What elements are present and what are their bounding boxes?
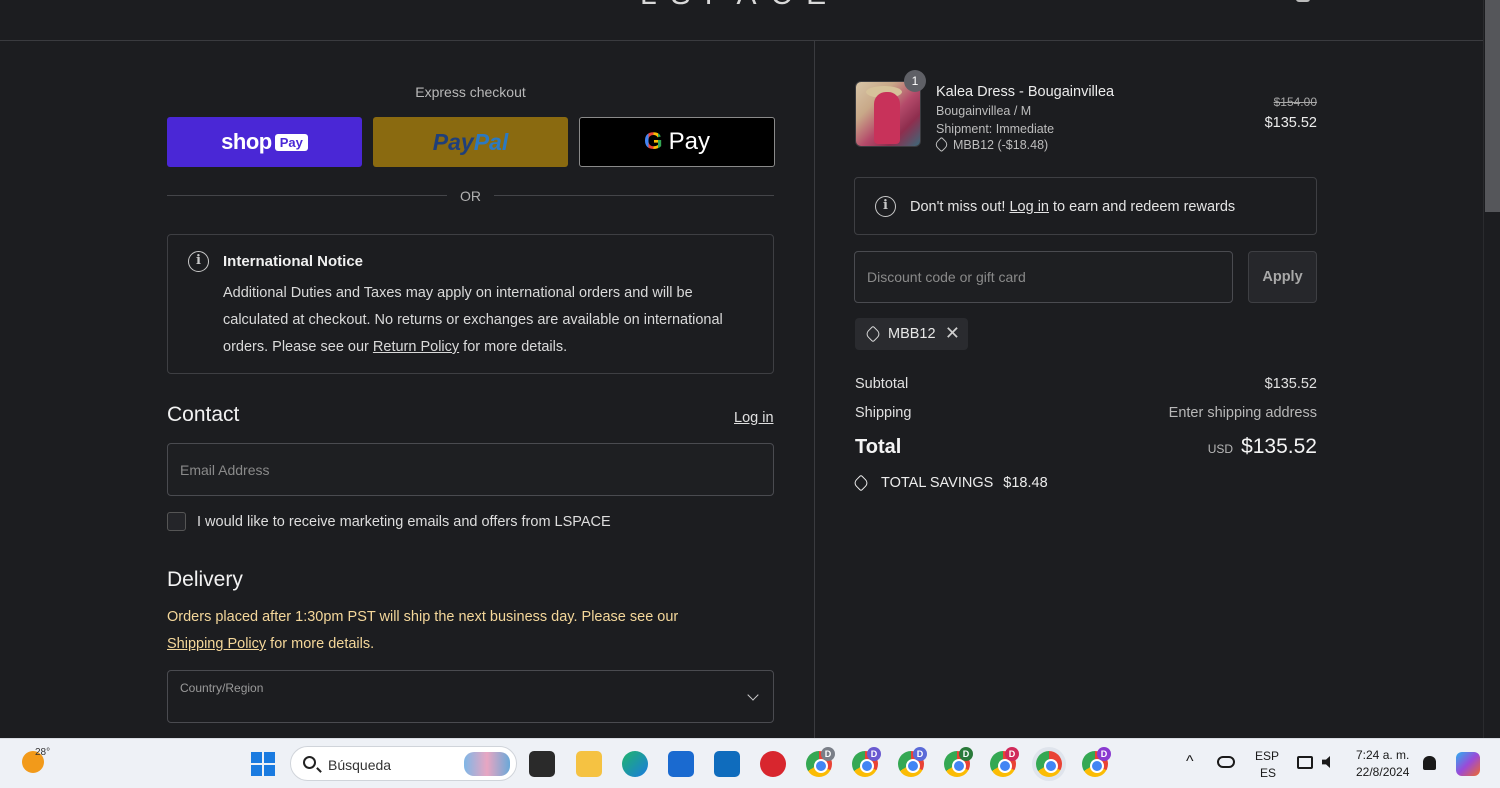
or-separator: OR [167, 186, 774, 206]
copilot-icon[interactable] [1456, 752, 1480, 776]
notification-bell-icon[interactable] [1423, 756, 1436, 770]
scrollbar-thumb[interactable] [1485, 0, 1500, 212]
paypal-button[interactable]: Pay Pal [373, 117, 568, 167]
quantity-badge: 1 [904, 70, 926, 92]
discount-code-input[interactable] [854, 251, 1233, 303]
shop-pay-button[interactable]: shop Pay [167, 117, 362, 167]
cart-bag-icon[interactable] [1296, 0, 1310, 2]
savings-label: TOTAL SAVINGS [881, 475, 994, 491]
info-icon: i [875, 196, 896, 217]
start-windows-icon[interactable] [251, 752, 275, 776]
store-logo[interactable]: LSPACE [640, 0, 840, 12]
country-region-select[interactable]: Country/Region [167, 670, 774, 723]
google-pay-label: Pay [668, 128, 711, 155]
shipping-value: Enter shipping address [1168, 405, 1317, 421]
apply-discount-button[interactable]: Apply [1248, 251, 1317, 303]
search-highlight-image [464, 752, 510, 776]
chrome-profile-badge: D [1005, 747, 1019, 761]
volume-icon[interactable] [1322, 756, 1330, 768]
product-variant: Bougainvillea / M [936, 104, 1032, 118]
total-value-row: USD $135.52 [1208, 435, 1317, 459]
shipping-label: Shipping [855, 405, 912, 421]
weather-temperature[interactable]: 28° [35, 747, 50, 758]
edge-browser-icon[interactable] [622, 751, 648, 777]
chrome-profile-badge: D [1097, 747, 1111, 761]
international-notice: i International Notice Additional Duties… [167, 234, 774, 374]
applied-discount-code: MBB12 [888, 326, 936, 342]
or-text: OR [460, 188, 481, 204]
info-icon: i [188, 251, 209, 272]
file-explorer-icon[interactable] [576, 751, 602, 777]
paypal-wordmark-a: Pay [432, 128, 474, 155]
marketing-checkbox-label[interactable]: I would like to receive marketing emails… [197, 514, 611, 530]
product-name: Kalea Dress - Bougainvillea [936, 84, 1115, 100]
return-policy-link[interactable]: Return Policy [373, 339, 459, 355]
network-icon[interactable] [1297, 756, 1313, 769]
rewards-banner: i Don't miss out! Log in to earn and red… [854, 177, 1317, 235]
product-shipment: Shipment: Immediate [936, 122, 1055, 136]
total-value: $135.52 [1241, 435, 1317, 458]
paypal-wordmark-b: Pal [473, 128, 509, 155]
taskbar-search[interactable]: Búsqueda [290, 746, 517, 781]
marketing-checkbox[interactable] [167, 512, 186, 531]
task-view-icon[interactable] [529, 751, 555, 777]
tag-icon [852, 474, 870, 492]
clock-date[interactable]: 22/8/2024 [1356, 765, 1409, 779]
windows-taskbar: 28° Búsqueda D D D D D D ^ ESP ES 7:24 a… [0, 738, 1500, 788]
language-bottom[interactable]: ES [1260, 766, 1276, 780]
subtotal-value: $135.52 [1264, 376, 1317, 392]
google-pay-button[interactable]: G Pay [579, 117, 775, 167]
show-hidden-icons-caret[interactable]: ^ [1186, 753, 1194, 771]
remove-discount-icon[interactable]: ✕ [945, 323, 960, 344]
savings-value: $18.48 [1003, 475, 1048, 491]
chrome-profile-badge: D [821, 747, 835, 761]
delivery-heading: Delivery [167, 568, 243, 591]
shop-pay-wordmark: shop [221, 129, 272, 154]
chrome-profile-badge: D [959, 747, 973, 761]
app-red-icon[interactable] [760, 751, 786, 777]
language-top[interactable]: ESP [1255, 749, 1279, 763]
chrome-profile-badge: D [867, 747, 881, 761]
email-field[interactable] [167, 443, 774, 496]
google-g-icon: G [643, 128, 663, 155]
page-scrollbar[interactable] [1483, 0, 1500, 738]
applied-discount-chip: MBB12 ✕ [855, 318, 968, 350]
express-checkout-title: Express checkout [415, 84, 526, 100]
chrome-profile-badge: D [913, 747, 927, 761]
shipping-policy-link[interactable]: Shipping Policy [167, 636, 266, 652]
product-discount-line: MBB12 (-$18.48) [933, 136, 1048, 153]
taskbar-search-label: Búsqueda [328, 757, 392, 773]
microsoft-store-icon[interactable] [668, 751, 694, 777]
outlook-icon[interactable] [714, 751, 740, 777]
subtotal-label: Subtotal [855, 376, 909, 392]
total-label: Total [855, 436, 902, 458]
delivery-note: Orders placed after 1:30pm PST will ship… [167, 609, 679, 652]
clock-time[interactable]: 7:24 a. m. [1356, 748, 1409, 762]
currency-code: USD [1207, 442, 1234, 456]
tag-icon [864, 325, 882, 343]
price-final: $135.52 [1264, 115, 1317, 131]
shop-pay-badge: Pay [274, 133, 308, 151]
notice-title: International Notice [223, 253, 364, 270]
store-header: LSPACE [0, 0, 1483, 41]
onedrive-off-icon[interactable] [1217, 756, 1235, 768]
total-savings: TOTAL SAVINGS $18.48 [852, 474, 1048, 492]
rewards-text: Don't miss out! Log in to earn and redee… [910, 199, 1236, 215]
notice-text: Additional Duties and Taxes may apply on… [223, 285, 723, 355]
contact-heading: Contact [167, 403, 240, 426]
chevron-down-icon [747, 689, 759, 701]
column-divider [814, 41, 815, 738]
search-icon [303, 756, 316, 769]
price-original: $154.00 [1273, 95, 1317, 109]
rewards-login-link[interactable]: Log in [1009, 199, 1049, 215]
country-region-label: Country/Region [180, 681, 264, 695]
chrome-profile-badge [1051, 747, 1065, 761]
tag-icon [933, 136, 950, 153]
contact-login-link[interactable]: Log in [734, 410, 774, 426]
